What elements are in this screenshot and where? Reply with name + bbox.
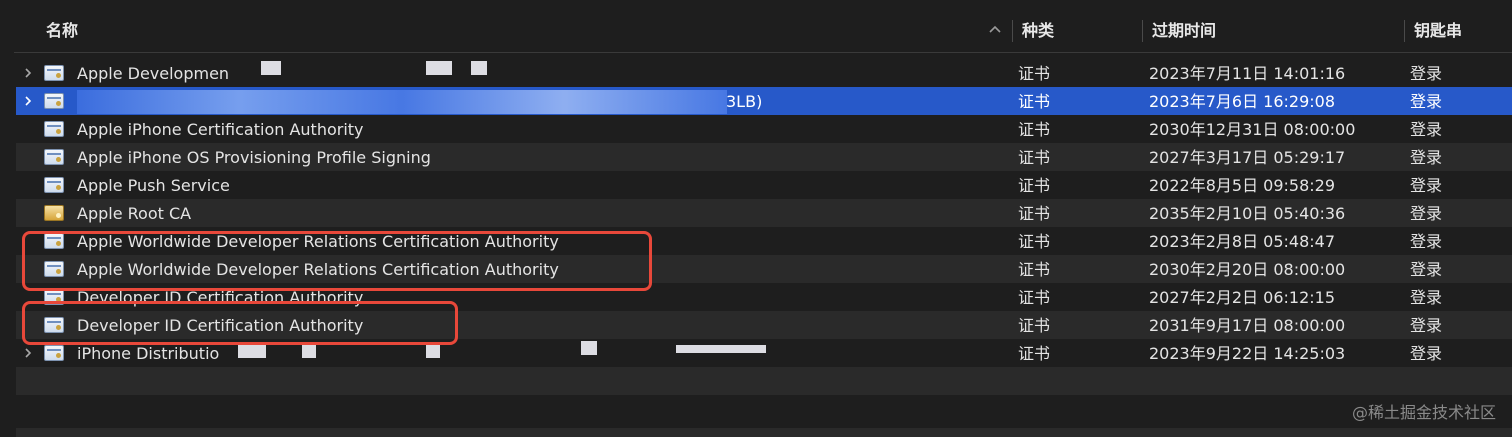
cert-keychain: 登录	[1410, 232, 1443, 251]
cert-kind: 证书	[1018, 288, 1051, 307]
redaction	[238, 344, 266, 358]
cert-name: Apple Push Service	[77, 176, 230, 195]
cert-kind: 证书	[1018, 232, 1051, 251]
disclosure-triangle-icon[interactable]	[22, 95, 34, 107]
cert-expires: 2030年2月20日 08:00:00	[1149, 260, 1346, 279]
cert-name: Apple Developmen	[77, 64, 230, 83]
certificate-icon	[44, 149, 64, 165]
cert-keychain: 登录	[1410, 92, 1443, 111]
cert-kind: 证书	[1018, 316, 1051, 335]
root-certificate-icon	[44, 205, 64, 221]
empty-row	[16, 395, 1512, 423]
certificate-icon	[44, 121, 64, 137]
cert-kind: 证书	[1018, 204, 1051, 223]
certificate-icon	[44, 65, 64, 81]
cert-name: Apple iPhone OS Provisioning Profile Sig…	[77, 148, 431, 167]
table-row[interactable]: Apple Push Service 证书 2022年8月5日 09:58:29…	[16, 171, 1512, 199]
cert-keychain: 登录	[1410, 64, 1443, 83]
redaction	[676, 345, 766, 353]
certificate-icon	[44, 177, 64, 193]
cert-keychain: 登录	[1410, 344, 1443, 363]
cert-expires: 2031年9月17日 08:00:00	[1149, 316, 1346, 335]
disclosure-triangle-icon[interactable]	[22, 347, 34, 359]
column-header-kind[interactable]: 种类	[1022, 0, 1054, 52]
table-header: 名称 种类 过期时间 钥匙串	[0, 0, 1512, 52]
column-header-name[interactable]: 名称	[46, 0, 78, 52]
column-header-expires[interactable]: 过期时间	[1152, 0, 1216, 52]
cert-expires: 2027年2月2日 06:12:15	[1149, 288, 1336, 307]
cert-kind: 证书	[1018, 92, 1051, 111]
cert-kind: 证书	[1018, 176, 1051, 195]
highlight-box	[22, 301, 458, 345]
redaction	[426, 344, 440, 358]
cert-keychain: 登录	[1410, 148, 1443, 167]
cert-keychain: 登录	[1410, 204, 1443, 223]
sort-ascending-icon[interactable]	[988, 22, 1002, 36]
cert-expires: 2027年3月17日 05:29:17	[1149, 148, 1346, 167]
certificate-icon	[44, 93, 64, 109]
column-header-keychain[interactable]: 钥匙串	[1414, 0, 1462, 52]
redaction	[471, 61, 487, 75]
cert-name: Apple Root CA	[77, 204, 192, 223]
header-divider	[14, 52, 1512, 53]
redaction	[581, 341, 597, 355]
redaction	[302, 344, 316, 358]
column-separator[interactable]	[1012, 20, 1013, 42]
redaction	[261, 61, 281, 75]
redaction	[77, 90, 727, 114]
empty-row	[16, 428, 1512, 437]
redaction	[426, 61, 452, 75]
table-row[interactable]: Apple iPhone OS Provisioning Profile Sig…	[16, 143, 1512, 171]
cert-name: 3LB)	[726, 92, 763, 111]
table-row[interactable]: Apple Developmen 证书 2023年7月11日 14:01:16 …	[16, 59, 1512, 87]
cert-kind: 证书	[1018, 64, 1051, 83]
disclosure-triangle-icon[interactable]	[22, 67, 34, 79]
cert-name: Apple iPhone Certification Authority	[77, 120, 364, 139]
column-separator[interactable]	[1142, 20, 1143, 42]
cert-expires: 2035年2月10日 05:40:36	[1149, 204, 1346, 223]
cert-keychain: 登录	[1410, 288, 1443, 307]
cert-expires: 2030年12月31日 08:00:00	[1149, 120, 1356, 139]
empty-row	[16, 367, 1512, 395]
watermark: @稀土掘金技术社区	[1351, 403, 1496, 422]
column-separator[interactable]	[1404, 20, 1405, 42]
cert-kind: 证书	[1018, 260, 1051, 279]
cert-expires: 2023年9月22日 14:25:03	[1149, 344, 1346, 363]
table-row[interactable]: Apple Root CA 证书 2035年2月10日 05:40:36 登录	[16, 199, 1512, 227]
cert-keychain: 登录	[1410, 316, 1443, 335]
highlight-box	[22, 231, 652, 291]
cert-keychain: 登录	[1410, 260, 1443, 279]
certificate-icon	[44, 345, 64, 361]
cert-kind: 证书	[1018, 120, 1051, 139]
cert-kind: 证书	[1018, 148, 1051, 167]
cert-keychain: 登录	[1410, 176, 1443, 195]
cert-kind: 证书	[1018, 344, 1051, 363]
cert-expires: 2023年7月11日 14:01:16	[1149, 64, 1346, 83]
cert-expires: 2023年2月8日 05:48:47	[1149, 232, 1336, 251]
cert-expires: 2023年7月6日 16:29:08	[1149, 92, 1336, 111]
table-row[interactable]: Apple iPhone Certification Authority 证书 …	[16, 115, 1512, 143]
table-row-selected[interactable]: 3LB) 证书 2023年7月6日 16:29:08 登录	[16, 87, 1512, 115]
cert-expires: 2022年8月5日 09:58:29	[1149, 176, 1336, 195]
cert-keychain: 登录	[1410, 120, 1443, 139]
